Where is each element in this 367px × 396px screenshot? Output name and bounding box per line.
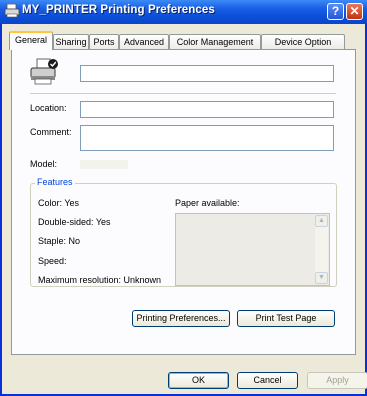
help-icon: ? [331,4,340,18]
printer-name-field[interactable] [80,65,334,82]
print-test-page-button[interactable]: Print Test Page [237,310,335,327]
separator [30,93,336,94]
close-icon: ✕ [349,4,360,18]
printing-preferences-button[interactable]: Printing Preferences... [132,310,230,327]
paper-list-scrollbar[interactable]: ▲ ▼ [315,215,328,284]
location-label: Location: [30,103,67,113]
comment-field[interactable] [80,125,334,151]
window-title: MY_PRINTER Printing Preferences [22,4,215,16]
printer-preferences-dialog: MY_PRINTER Printing Preferences ? ✕ Gene… [0,0,367,396]
apply-button[interactable]: Apply [307,372,367,389]
model-value [80,160,128,169]
tab-ports[interactable]: Ports [89,34,119,49]
tab-sharing[interactable]: Sharing [53,34,89,49]
help-button[interactable]: ? [327,3,344,20]
feature-double-sided: Double-sided: Yes [38,217,111,227]
feature-max-resolution: Maximum resolution: Unknown [38,275,162,285]
comment-label: Comment: [30,127,72,137]
cancel-button[interactable]: Cancel [237,372,298,389]
feature-speed: Speed: [38,256,67,266]
title-bar[interactable]: MY_PRINTER Printing Preferences ? ✕ [0,0,367,24]
paper-available-label: Paper available: [175,198,240,208]
close-button[interactable]: ✕ [346,3,363,20]
tab-device-option[interactable]: Device Option [261,34,345,49]
ok-button[interactable]: OK [168,372,229,389]
model-label: Model: [30,159,58,169]
arrow-down-icon[interactable]: ▼ [315,272,328,284]
location-field[interactable] [80,101,334,118]
printer-icon [4,4,20,18]
features-group-title: Features [35,177,75,187]
tab-color-management[interactable]: Color Management [169,34,261,49]
paper-available-list[interactable]: ▲ ▼ [175,213,330,286]
printer-icon [30,58,58,85]
feature-color: Color: Yes [38,198,80,208]
tab-general[interactable]: General [9,31,53,50]
tab-advanced[interactable]: Advanced [119,34,169,49]
arrow-up-icon[interactable]: ▲ [315,215,328,227]
feature-staple: Staple: No [38,236,81,246]
